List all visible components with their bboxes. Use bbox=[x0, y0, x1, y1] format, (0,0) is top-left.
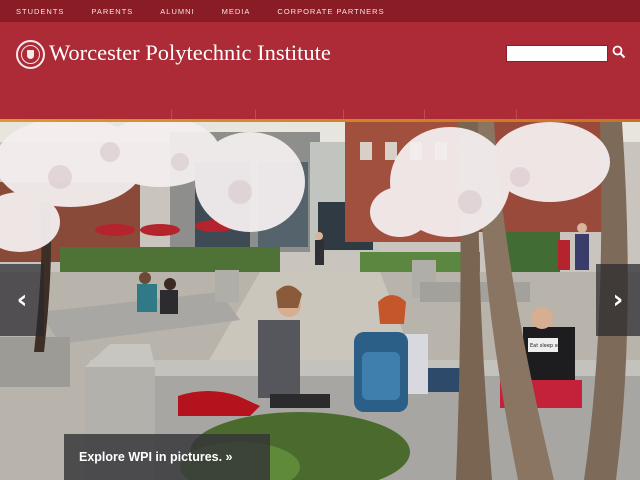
seal-ring bbox=[21, 45, 40, 64]
seal-shield bbox=[27, 50, 34, 59]
chevron-left-icon: ‹ bbox=[16, 285, 28, 315]
utility-link-media[interactable]: MEDIA bbox=[222, 7, 251, 16]
utility-link-alumni[interactable]: ALUMNI bbox=[160, 7, 194, 16]
hero-next-button[interactable]: › bbox=[596, 264, 640, 336]
utility-link-parents[interactable]: PARENTS bbox=[91, 7, 133, 16]
hero-caption-text: Explore WPI in pictures. » bbox=[79, 450, 233, 464]
site-title[interactable]: Worcester Polytechnic Institute bbox=[49, 40, 331, 66]
search-input[interactable] bbox=[506, 45, 608, 62]
search-button[interactable] bbox=[610, 44, 628, 62]
shirt-print: Eat sleep sci bbox=[530, 343, 561, 349]
university-seal-icon[interactable] bbox=[16, 40, 45, 69]
utility-link-corporate-partners[interactable]: CORPORATE PARTNERS bbox=[277, 7, 384, 16]
hero-caption-link[interactable]: Explore WPI in pictures. » bbox=[64, 434, 270, 480]
utility-link-students[interactable]: STUDENTS bbox=[16, 7, 64, 16]
utility-bar: STUDENTS PARENTS ALUMNI MEDIA CORPORATE … bbox=[0, 0, 640, 22]
hero-prev-button[interactable]: ‹ bbox=[0, 264, 44, 336]
site-header: Worcester Polytechnic Institute ABOUT WP… bbox=[0, 22, 640, 134]
chevron-right-icon: › bbox=[612, 285, 624, 315]
hero-slideshow[interactable]: Eat sleep sci ‹ › Explore WPI in picture bbox=[0, 122, 640, 480]
hero-photo: Eat sleep sci bbox=[0, 122, 640, 480]
search-icon bbox=[612, 45, 626, 58]
